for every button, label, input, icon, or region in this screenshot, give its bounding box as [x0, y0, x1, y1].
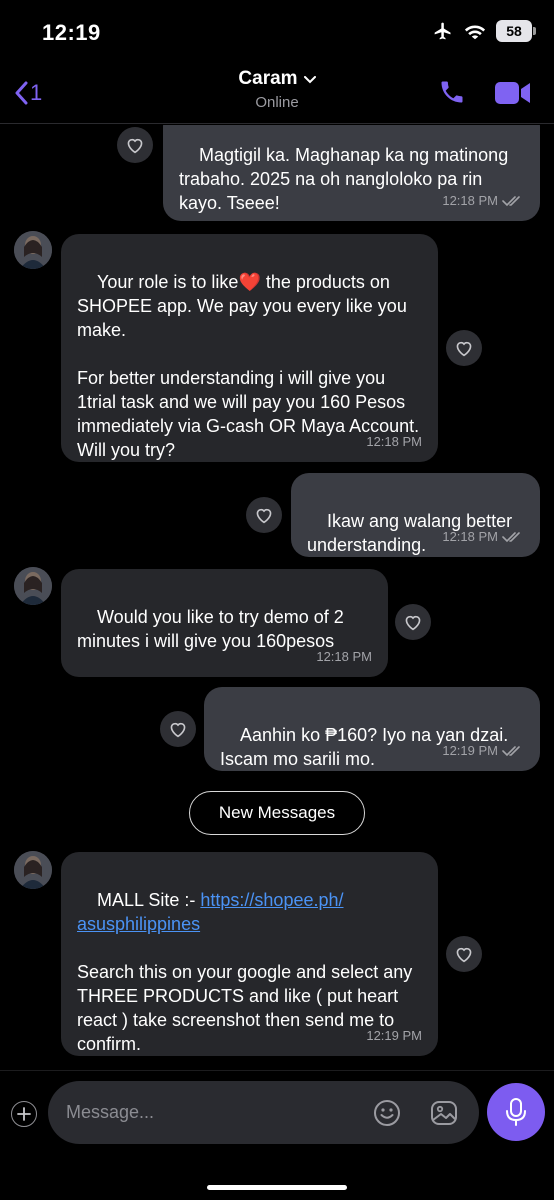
message-bubble-incoming[interactable]: Your role is to like❤️ the products on S…: [61, 234, 438, 462]
attach-button[interactable]: [11, 1101, 37, 1127]
message-time: 12:19 PM: [442, 739, 524, 763]
heart-icon: [127, 138, 143, 154]
gallery-button[interactable]: [429, 1098, 459, 1133]
airplane-icon: [434, 22, 451, 40]
avatar[interactable]: [14, 231, 52, 269]
heart-icon: [405, 615, 421, 631]
contact-name: Caram: [238, 68, 298, 90]
chat-header: 1 Caram Online: [0, 62, 554, 124]
message-bubble-incoming[interactable]: MALL Site :- https://shopee.ph/asusphili…: [61, 852, 438, 1056]
chevron-down-icon: [303, 68, 316, 90]
double-check-icon: [502, 196, 520, 207]
video-call-button[interactable]: [494, 80, 532, 111]
home-indicator: [207, 1185, 347, 1190]
voice-message-button[interactable]: [487, 1083, 545, 1141]
heart-icon: [456, 947, 472, 963]
heart-icon: [456, 341, 472, 357]
red-heart-emoji-icon: ❤️: [238, 272, 261, 292]
link-part-1: https://shopee.ph/: [200, 890, 344, 910]
emoji-button[interactable]: [372, 1098, 402, 1133]
like-button[interactable]: [246, 497, 282, 533]
battery-indicator: 58: [496, 20, 536, 42]
wifi-icon: [464, 25, 486, 40]
like-button[interactable]: [117, 127, 153, 163]
message-time: 12:18 PM: [442, 189, 524, 213]
heart-icon: [256, 508, 272, 524]
avatar[interactable]: [14, 851, 52, 889]
timestamp: 12:18 PM: [442, 193, 498, 208]
contact-status: Online: [255, 94, 299, 112]
double-check-icon: [502, 532, 520, 543]
like-button[interactable]: [446, 330, 482, 366]
status-bar: 12:19 58: [0, 0, 554, 62]
like-button[interactable]: [160, 711, 196, 747]
message-time: 12:18 PM: [442, 525, 524, 549]
message-time: 12:19 PM: [366, 1028, 422, 1043]
contact-name-row: Caram: [0, 68, 554, 90]
message-bubble-incoming[interactable]: Would you like to try demo of 2 minutes …: [61, 569, 388, 677]
phone-icon: [441, 81, 463, 103]
message-input[interactable]: [66, 1081, 356, 1144]
voice-call-button[interactable]: [438, 78, 466, 111]
message-input-container: [48, 1081, 479, 1144]
plus-icon: [17, 1107, 31, 1121]
avatar[interactable]: [14, 567, 52, 605]
video-camera-icon: [495, 82, 530, 104]
timestamp: 12:19 PM: [442, 743, 498, 758]
image-gallery-icon: [431, 1101, 457, 1125]
message-prefix: MALL Site :-: [97, 890, 201, 910]
message-text: Your role is to like: [97, 272, 239, 292]
message-time: 12:18 PM: [366, 434, 422, 449]
status-icons: 58: [432, 20, 536, 42]
status-time: 12:19: [42, 20, 101, 45]
message-bubble-outgoing[interactable]: Magtigil ka. Maghanap ka ng matinong tra…: [163, 125, 540, 221]
message-text: Would you like to try demo of 2 minutes …: [77, 607, 349, 651]
like-button[interactable]: [446, 936, 482, 972]
message-bubble-outgoing[interactable]: Aanhin ko ₱160? Iyo na yan dzai. Iscam m…: [204, 687, 540, 771]
message-composer: [0, 1070, 554, 1200]
smiley-icon: [374, 1100, 400, 1126]
double-check-icon: [502, 746, 520, 757]
timestamp: 12:18 PM: [442, 529, 498, 544]
heart-icon: [170, 722, 186, 738]
message-list[interactable]: Magtigil ka. Maghanap ka ng matinong tra…: [0, 125, 554, 1070]
contact-info[interactable]: Caram Online: [0, 68, 554, 111]
like-button[interactable]: [395, 604, 431, 640]
microphone-icon: [506, 1098, 526, 1126]
message-time: 12:18 PM: [316, 649, 372, 664]
message-bubble-outgoing[interactable]: Ikaw ang walang better understanding. 12…: [291, 473, 540, 557]
new-messages-divider[interactable]: New Messages: [189, 791, 365, 835]
link-part-2: asusphilippines: [77, 914, 201, 934]
